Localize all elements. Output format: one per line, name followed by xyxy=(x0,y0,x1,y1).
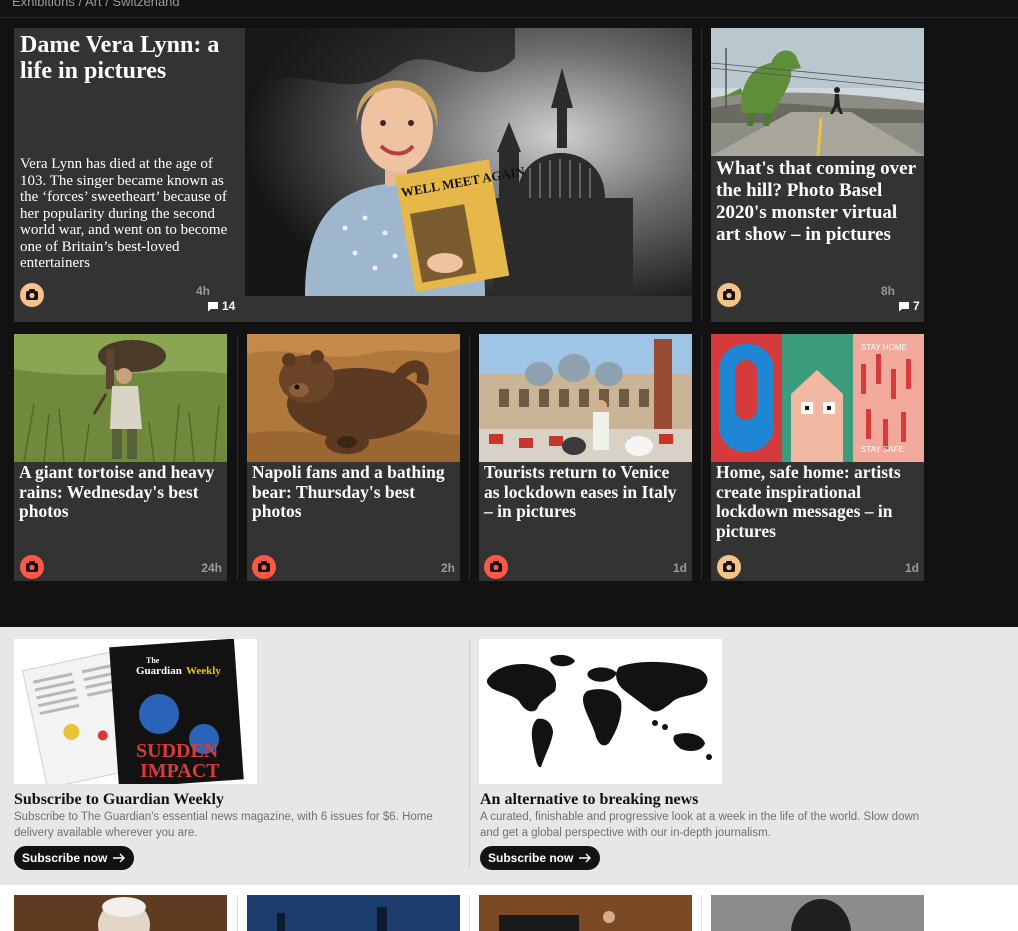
world-map xyxy=(479,639,722,784)
featured-description: Vera Lynn has died at the age of 103. Th… xyxy=(20,156,228,271)
column-divider xyxy=(701,334,702,581)
stage-thumb xyxy=(247,895,460,931)
card-bear-photo[interactable] xyxy=(247,334,460,462)
thumbnail-beanie[interactable] xyxy=(711,895,924,931)
magazine-image: The Guardian Weekly SUDDEN IMPACT xyxy=(14,639,257,784)
promo-section: The Guardian Weekly SUDDEN IMPACT Subscr… xyxy=(0,627,1018,885)
side-card-title[interactable]: What's that coming over the hill? Photo … xyxy=(716,158,921,246)
side-card-photo[interactable] xyxy=(711,28,924,156)
card-tortoise-title[interactable]: A giant tortoise and heavy rains: Wednes… xyxy=(19,462,224,522)
card-venice-photo[interactable] xyxy=(479,334,692,462)
card-venice-title[interactable]: Tourists return to Venice as lockdown ea… xyxy=(484,462,689,522)
column-divider xyxy=(701,28,702,322)
breaking-news-description: A curated, finishable and progressive lo… xyxy=(480,811,920,839)
card-tortoise-photo[interactable] xyxy=(14,334,227,462)
magazine-masthead-weekly: Weekly xyxy=(186,665,221,677)
column-divider xyxy=(701,895,702,931)
camera-icon xyxy=(484,555,508,579)
camera-icon xyxy=(717,283,741,307)
thumbnail-stage[interactable] xyxy=(247,895,460,931)
featured-comment-count: 14 xyxy=(222,299,236,313)
portrait-thumb xyxy=(14,895,227,931)
side-card-comments[interactable]: 7 xyxy=(898,299,920,313)
arrow-right-icon xyxy=(113,853,126,863)
side-card[interactable]: What's that coming over the hill? Photo … xyxy=(711,28,924,322)
bear-photo xyxy=(247,334,460,462)
arrow-right-icon xyxy=(579,853,592,863)
column-divider xyxy=(469,334,470,581)
magazine-masthead-the: The xyxy=(146,656,160,665)
next-row xyxy=(0,885,1018,931)
guardian-weekly-description: Subscribe to The Guardian's essential ne… xyxy=(14,811,433,839)
featured-age: 4h xyxy=(195,284,210,298)
breadcrumb[interactable]: Exhibitions / Art / Switzerland xyxy=(12,0,180,9)
card-home-safe-title[interactable]: Home, safe home: artists create inspirat… xyxy=(716,462,921,541)
tortoise-photo xyxy=(14,334,227,462)
subscribe-now-button[interactable]: Subscribe now xyxy=(14,846,135,870)
card-tortoise-age: 24h xyxy=(201,561,222,575)
card-venice-age: 1d xyxy=(672,561,687,575)
top-bar: Exhibitions / Art / Switzerland xyxy=(0,0,1018,18)
card-bear[interactable]: Napoli fans and a bathing bear: Thursday… xyxy=(247,334,460,581)
thumbnail-piano[interactable] xyxy=(479,895,692,931)
venice-photo xyxy=(479,334,692,462)
piano-thumb xyxy=(479,895,692,931)
featured-comments[interactable]: 14 xyxy=(207,299,235,313)
breaking-news-title[interactable]: An alternative to breaking news xyxy=(480,791,698,809)
card-home-safe[interactable]: STAY HOME STAY SAFE Home, safe home: art… xyxy=(711,334,924,581)
camera-icon xyxy=(20,283,44,307)
card-venice[interactable]: Tourists return to Venice as lockdown ea… xyxy=(479,334,692,581)
column-divider xyxy=(469,895,470,931)
camera-icon xyxy=(20,555,44,579)
magazine-headline-sudden: SUDDEN xyxy=(136,740,219,762)
column-divider xyxy=(237,334,238,581)
poster-text-stay-home: STAY HOME xyxy=(861,343,907,352)
world-map-image[interactable] xyxy=(479,639,722,784)
magazine-headline-impact: IMPACT xyxy=(140,760,220,782)
thumbnail-portrait[interactable] xyxy=(14,895,227,931)
card-tortoise[interactable]: A giant tortoise and heavy rains: Wednes… xyxy=(14,334,227,581)
side-card-age: 8h xyxy=(880,284,895,298)
featured-card[interactable]: Dame Vera Lynn: a life in pictures Vera … xyxy=(14,28,692,322)
poster-text-stay-safe: STAY SAFE xyxy=(861,445,904,454)
side-card-comment-count: 7 xyxy=(913,299,920,313)
subscribe-now-label: Subscribe now xyxy=(488,851,574,865)
column-divider xyxy=(237,895,238,931)
vera-lynn-photo: WELL MEET AGAIN xyxy=(245,28,692,296)
camera-icon xyxy=(252,555,276,579)
comment-icon xyxy=(208,301,218,311)
promo-divider xyxy=(469,639,470,869)
subscribe-now-label: Subscribe now xyxy=(22,851,108,865)
guardian-weekly-image[interactable]: The Guardian Weekly SUDDEN IMPACT xyxy=(14,639,257,784)
beanie-thumb xyxy=(711,895,924,931)
comment-icon xyxy=(899,301,909,311)
featured-photo[interactable]: WELL MEET AGAIN xyxy=(245,28,692,296)
card-bear-title[interactable]: Napoli fans and a bathing bear: Thursday… xyxy=(252,462,457,522)
subscribe-now-button[interactable]: Subscribe now xyxy=(480,846,601,870)
dinosaur-photo xyxy=(711,28,924,156)
camera-icon xyxy=(717,555,741,579)
guardian-weekly-title[interactable]: Subscribe to Guardian Weekly xyxy=(14,791,224,809)
magazine-masthead-guardian: Guardian xyxy=(136,665,182,677)
card-home-safe-photo[interactable]: STAY HOME STAY SAFE xyxy=(711,334,924,462)
card-bear-age: 2h xyxy=(440,561,455,575)
featured-title[interactable]: Dame Vera Lynn: a life in pictures xyxy=(20,32,235,84)
card-home-safe-age: 1d xyxy=(904,561,919,575)
lockdown-poster-photo: STAY HOME STAY SAFE xyxy=(711,334,924,462)
